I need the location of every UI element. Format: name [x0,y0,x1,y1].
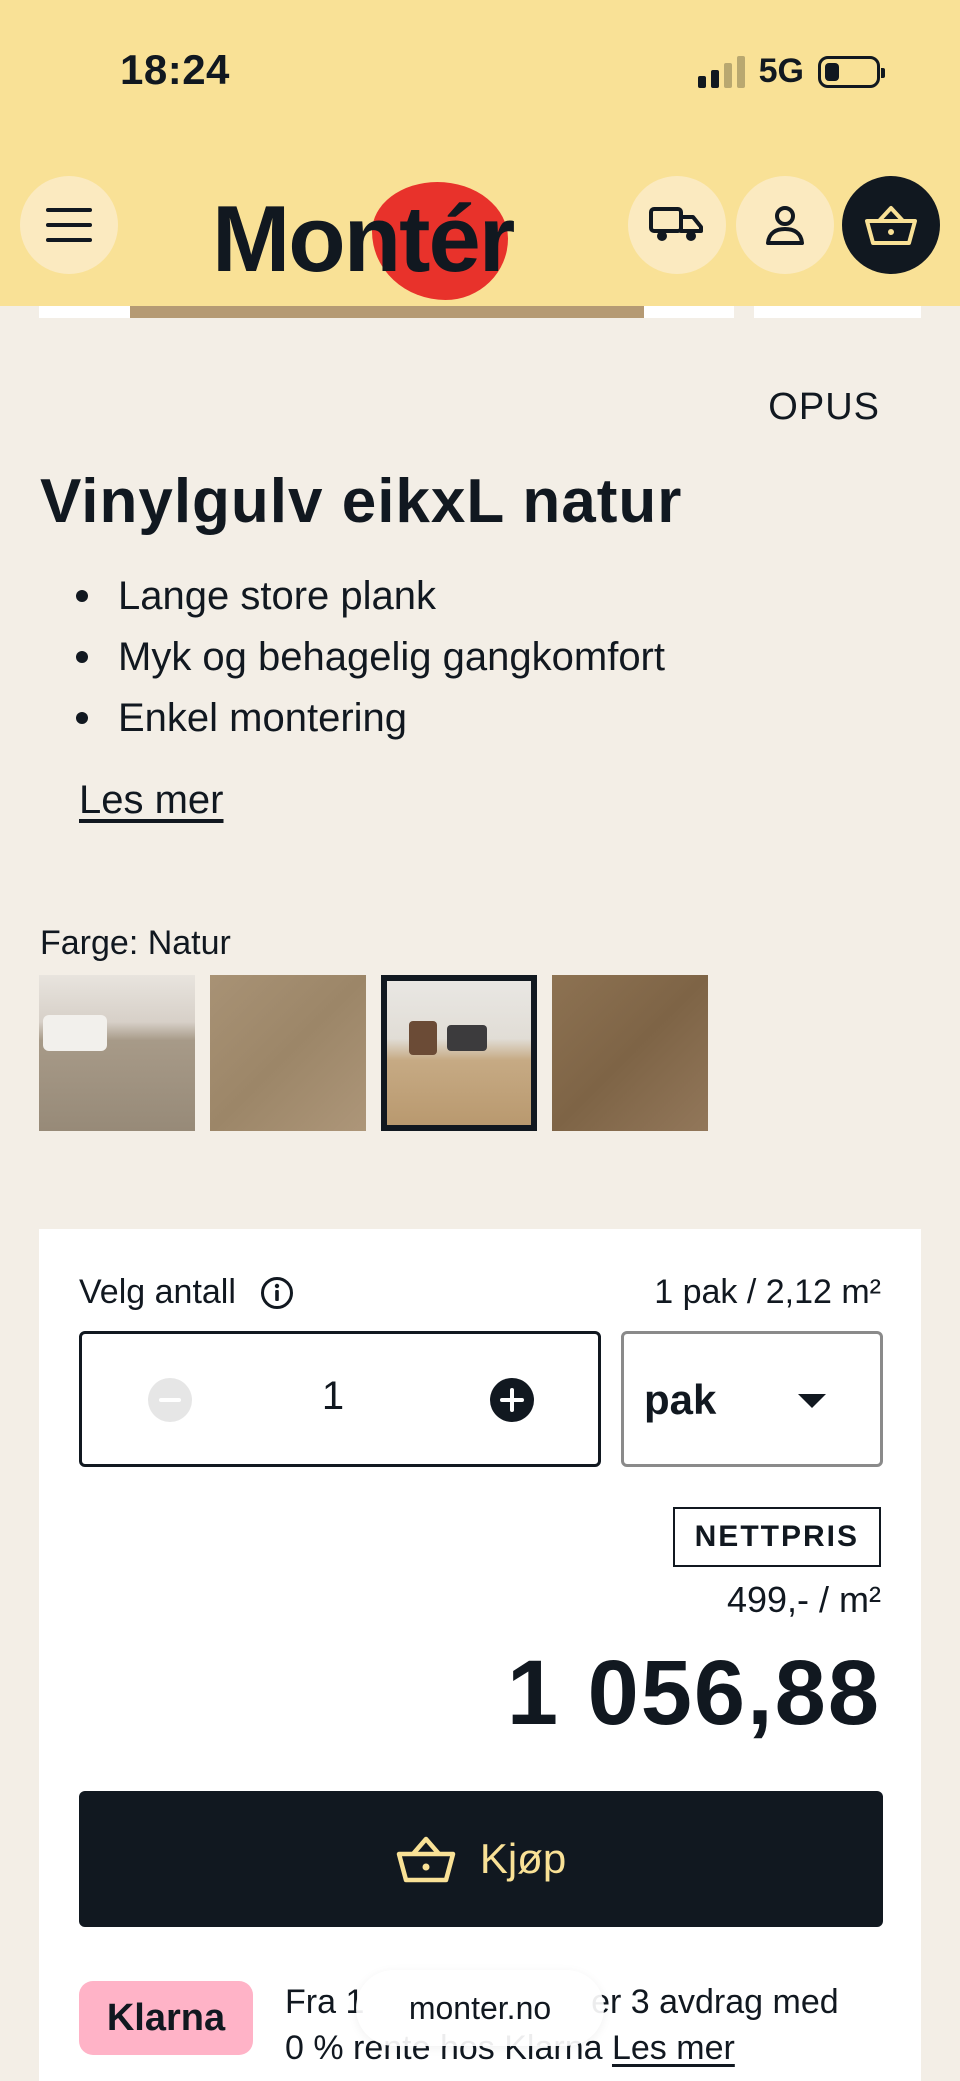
feature-item: Enkel montering [76,694,665,755]
status-time: 18:24 [120,46,230,93]
chevron-down-icon [798,1394,826,1408]
quantity-label: Velg antall [79,1273,236,1311]
color-swatch-selected[interactable] [381,975,537,1131]
product-brand[interactable]: OPUS [768,386,880,429]
basket-icon [396,1836,456,1883]
total-price: 1 056,88 [506,1642,881,1744]
status-indicators: 5G [697,52,885,91]
gallery-peek-image [130,306,644,318]
feature-item: Lange store plank [76,572,665,633]
gallery-peek-mid [644,306,734,318]
net-price-badge: NETTPRIS [672,1507,881,1567]
color-swatch[interactable] [210,975,366,1131]
purchase-card: Velg antall 1 pak / 2,12 m² 1 pak NETTPR… [39,1229,921,2081]
browser-url-bar[interactable]: monter.no [356,1970,604,2046]
feature-item: Myk og behagelig gangkomfort [76,633,665,694]
increase-button[interactable] [490,1378,534,1422]
unit-value: pak [644,1376,717,1423]
logo-text: Montér [212,186,515,291]
unit-select[interactable]: pak [621,1331,883,1467]
truck-icon [649,207,703,241]
klarna-read-more-link[interactable]: Les mer [612,2029,735,2067]
product-title: Vinylgulv eikxL natur [40,467,683,536]
basket-icon [865,206,917,245]
buy-button[interactable]: Kjøp [79,1791,883,1927]
pack-info: 1 pak / 2,12 m² [654,1273,881,1311]
gallery-peek-left [39,306,130,318]
delivery-button[interactable] [628,176,726,274]
account-button[interactable] [736,176,834,274]
color-swatch[interactable] [552,975,708,1131]
buy-label: Kjøp [479,1835,567,1882]
hamburger-menu-icon [46,208,92,242]
quantity-stepper: 1 [79,1331,601,1467]
user-icon [766,206,804,245]
unit-price: 499,- / m² [726,1579,881,1620]
klarna-line1-end: er 3 avdrag med [591,1983,839,2021]
gallery-peek-right [754,306,921,318]
plus-icon [500,1388,524,1412]
cart-button[interactable] [842,176,940,274]
feature-list: Lange store plank Myk og behagelig gangk… [76,572,665,755]
quantity-label-row: Velg antall [79,1273,294,1312]
site-header: Montér [0,164,960,306]
status-bar: 18:24 5G [0,0,960,164]
signal-icon [697,55,745,88]
klarna-line1-start: Fra 1 [285,1983,365,2021]
menu-button[interactable] [20,176,118,274]
read-more-link[interactable]: Les mer [79,778,224,823]
site-logo[interactable]: Montér [212,182,522,300]
battery-icon [818,55,885,88]
color-swatch[interactable] [39,975,195,1131]
info-icon[interactable] [260,1276,294,1310]
color-label: Farge: Natur [40,924,231,962]
klarna-logo: Klarna [79,1981,253,2055]
network-label: 5G [758,52,804,90]
